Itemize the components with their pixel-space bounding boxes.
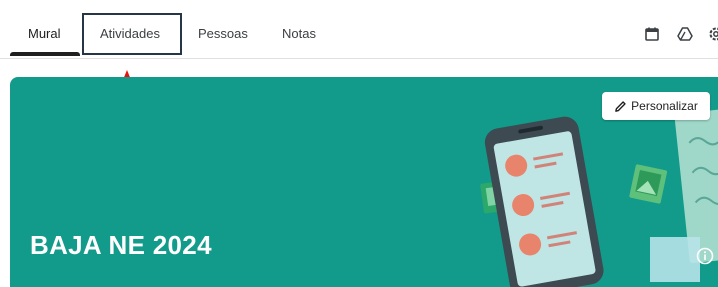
active-tab-indicator [10,52,80,56]
top-navigation: Mural Atividades Pessoas Notas [0,0,718,59]
tab-mural[interactable]: Mural [28,26,61,41]
tab-notas[interactable]: Notas [282,26,316,41]
calendar-icon[interactable] [644,26,660,42]
class-title: BAJA NE 2024 [30,230,212,261]
tab-pessoas[interactable]: Pessoas [198,26,248,41]
annotation-highlight-box [82,13,182,55]
pencil-icon [614,100,627,113]
drive-icon[interactable] [677,26,693,42]
customize-label: Personalizar [631,99,698,113]
info-icon[interactable] [696,247,714,265]
customize-button[interactable]: Personalizar [602,92,710,120]
settings-icon[interactable] [708,26,718,42]
class-banner: Personalizar BAJA NE 2024 [10,77,718,287]
